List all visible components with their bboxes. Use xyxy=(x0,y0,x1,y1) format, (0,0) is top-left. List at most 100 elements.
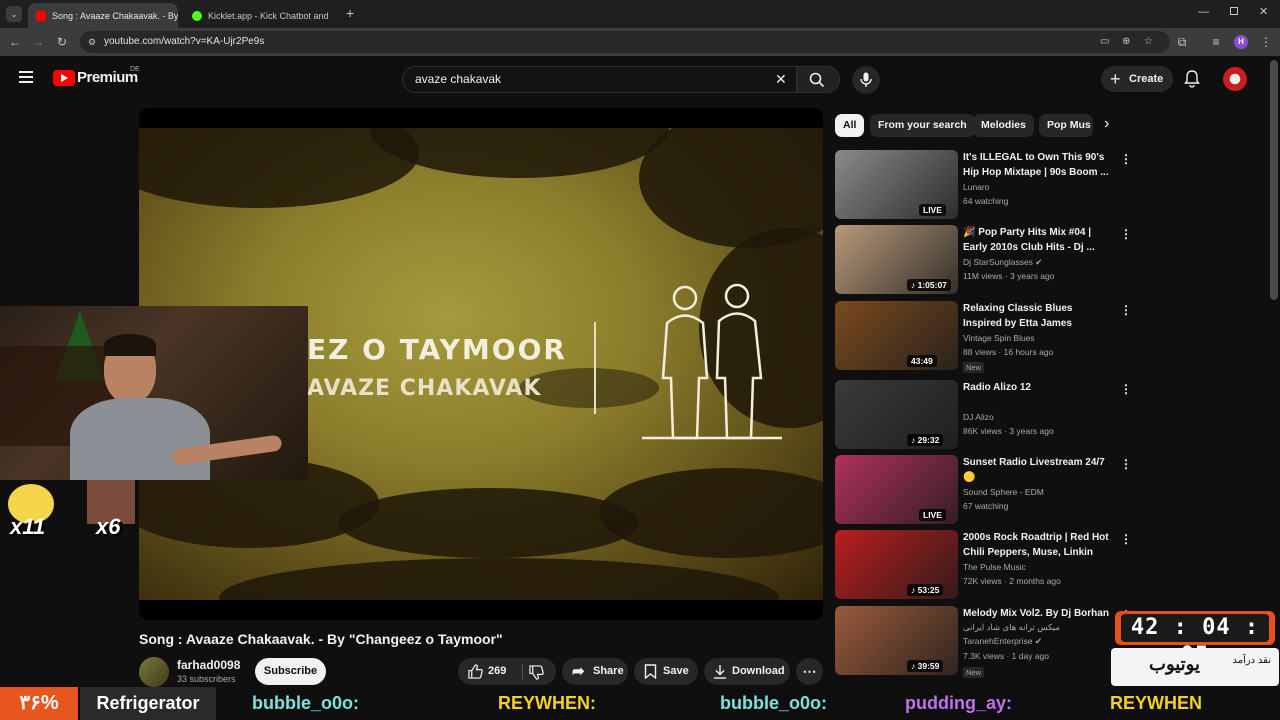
recommendation-item[interactable]: LIVE Sunset Radio Livestream 24/7 🟡 Sound … xyxy=(835,455,1135,525)
download-button[interactable]: Download xyxy=(704,658,790,685)
more-options-icon[interactable]: ⋮ xyxy=(1120,303,1132,317)
chip-all[interactable]: All xyxy=(835,114,865,137)
thumbs-up-icon xyxy=(468,664,483,679)
recommendation-meta: 11M views · 3 years ago xyxy=(963,271,1055,281)
tab-kicklet[interactable]: Kicklet.app - Kick Chatbot and ✕ xyxy=(184,3,334,28)
ticker-username: bubble_o0o: xyxy=(252,693,359,713)
search-button[interactable] xyxy=(796,66,840,93)
zoom-icon[interactable]: ⊕ xyxy=(1122,31,1130,53)
recommendation-channel[interactable]: Lunaro xyxy=(963,182,989,192)
recommendation-item[interactable]: LIVE It's ILLEGAL to Own This 90's Hip Ho… xyxy=(835,150,1135,220)
cast-icon[interactable]: ▭ xyxy=(1100,31,1109,53)
media-controls-icon[interactable]: ≡ xyxy=(1208,34,1224,50)
save-playlist-icon xyxy=(644,664,657,679)
recommendation-title[interactable]: It's ILLEGAL to Own This 90's Hip Hop Mi… xyxy=(963,151,1111,180)
income-value: یوتیوب xyxy=(1149,654,1200,674)
browser-toolbar: ← → ↻ ⚙ youtube.com/watch?v=KA-Ujr2Pe9s … xyxy=(0,28,1280,56)
address-bar[interactable]: ⚙ youtube.com/watch?v=KA-Ujr2Pe9s ▭ ⊕ ☆ xyxy=(80,31,1170,53)
recommendation-item[interactable]: ♪ 53:25 2000s Rock Roadtrip | Red Hot Chi… xyxy=(835,530,1135,600)
recommendation-channel[interactable]: DJ Alizo xyxy=(963,412,994,422)
emote-1-count: x11 xyxy=(10,514,46,539)
share-button[interactable]: ➦ Share xyxy=(562,658,628,685)
chip-pop-music[interactable]: Pop Mus xyxy=(1039,114,1093,137)
recommendation-title[interactable]: Relaxing Classic Blues Inspired by Etta … xyxy=(963,302,1111,331)
live-badge: LIVE xyxy=(919,204,946,216)
chip-melodies[interactable]: Melodies xyxy=(973,114,1034,137)
create-label: Create xyxy=(1129,73,1164,85)
save-button[interactable]: Save xyxy=(634,658,698,685)
thumbs-down-icon[interactable] xyxy=(529,665,544,680)
share-arrow-icon: ➦ xyxy=(572,663,585,680)
tab-youtube[interactable]: Song : Avaaze Chakaavak. - By ✕ xyxy=(28,3,178,28)
voice-search-button[interactable] xyxy=(852,66,880,94)
more-actions-button[interactable]: ⋯ xyxy=(796,658,823,685)
reload-icon[interactable]: ↻ xyxy=(54,34,70,50)
recommendation-title[interactable]: Sunset Radio Livestream 24/7 🟡 xyxy=(963,456,1111,485)
recommendation-channel[interactable]: The Pulse Music xyxy=(963,562,1026,572)
restore-icon[interactable] xyxy=(1230,7,1238,15)
tab-title: Kicklet.app - Kick Chatbot and xyxy=(208,10,329,21)
channel-name[interactable]: farhad0098 xyxy=(177,658,240,672)
account-avatar[interactable] xyxy=(1223,67,1247,91)
chips-next-chevron-icon[interactable]: › xyxy=(1104,115,1109,133)
recommendation-subtitle: میکس ترانه های شاد ایرانی xyxy=(963,622,1060,632)
recommendation-title[interactable]: Melody Mix Vol2. By Dj Borhan xyxy=(963,607,1111,622)
like-button[interactable]: 269 xyxy=(468,658,520,685)
more-options-icon[interactable]: ⋮ xyxy=(1120,532,1132,546)
subscriber-count: 33 subscribers xyxy=(177,674,236,684)
income-widget: یوتیوب نقد درآمد xyxy=(1111,648,1279,686)
recommendation-item[interactable]: 43:49 Relaxing Classic Blues Inspired by … xyxy=(835,301,1135,373)
search-input[interactable]: avaze chakavak ✕ xyxy=(402,66,798,93)
recommendation-item[interactable]: ♪ 29:32 Radio Alizo 12 DJ Alizo 86K views ·… xyxy=(835,380,1135,450)
forward-icon[interactable]: → xyxy=(30,34,46,50)
new-tab-button[interactable]: + xyxy=(346,5,354,21)
more-options-icon[interactable]: ⋮ xyxy=(1120,382,1132,396)
recommendation-channel[interactable]: Sound Sphere - EDM xyxy=(963,487,1044,497)
ticker-percent: ۳۶% xyxy=(0,687,78,720)
live-badge: LIVE xyxy=(919,509,946,521)
recommendation-meta: 67 watching xyxy=(963,501,1009,511)
streamer-webcam xyxy=(0,306,308,480)
chip-from-your-search[interactable]: From your search xyxy=(870,114,975,137)
close-window-icon[interactable]: ✕ xyxy=(1259,5,1268,18)
recommendation-channel[interactable]: Vintage Spin Blues xyxy=(963,333,1035,343)
extensions-icon[interactable]: ⧉ xyxy=(1174,34,1190,50)
tab-search-button[interactable]: ⌄ xyxy=(6,6,22,22)
site-info-icon[interactable]: ⚙ xyxy=(88,31,96,53)
recommendation-channel[interactable]: Dj StarSunglasses ✔ xyxy=(963,257,1042,268)
search-icon xyxy=(809,72,825,88)
recommendation-title[interactable]: 🎉 Pop Party Hits Mix #04 | Early 2010s C… xyxy=(963,226,1111,255)
timer-value: 42 : 04 : 05 xyxy=(1121,614,1269,668)
recommendation-title[interactable]: Radio Alizo 12 xyxy=(963,381,1111,396)
streamer-shirt xyxy=(70,398,210,480)
new-badge: New xyxy=(963,667,985,678)
channel-avatar[interactable] xyxy=(139,657,169,687)
recommendation-title[interactable]: 2000s Rock Roadtrip | Red Hot Chili Pepp… xyxy=(963,531,1111,560)
plus-icon: + xyxy=(1110,69,1121,89)
save-label: Save xyxy=(663,665,689,677)
more-options-icon[interactable]: ⋮ xyxy=(1120,152,1132,166)
video-overlay-title: EZ O TAYMOOR xyxy=(307,333,567,366)
video-title: Song : Avaaze Chakaavak. - By "Changeez … xyxy=(139,631,503,647)
recommendation-item[interactable]: ♪ 1:05:07 🎉 Pop Party Hits Mix #04 | Earl… xyxy=(835,225,1135,295)
notifications-bell-icon[interactable] xyxy=(1184,70,1200,88)
subscribe-button[interactable]: Subscribe xyxy=(255,658,326,685)
video-thumbnail[interactable] xyxy=(835,301,958,370)
recommendation-meta: 88 views · 16 hours ago xyxy=(963,347,1054,357)
browser-menu-icon[interactable]: ⋮ xyxy=(1258,34,1274,50)
more-options-icon[interactable]: ⋮ xyxy=(1120,227,1132,241)
page-scrollbar[interactable] xyxy=(1270,60,1278,300)
youtube-favicon-icon xyxy=(36,10,46,21)
recommendation-item[interactable]: ♪ 39:59 Melody Mix Vol2. By Dj Borhan میکس… xyxy=(835,606,1135,678)
region-label: DE xyxy=(130,66,140,73)
bookmark-star-icon[interactable]: ☆ xyxy=(1144,31,1153,53)
recommendation-channel[interactable]: TaranehEnterprise ✔ xyxy=(963,636,1042,647)
minimize-icon[interactable]: — xyxy=(1198,6,1209,18)
back-icon[interactable]: ← xyxy=(7,34,23,50)
profile-avatar[interactable]: H xyxy=(1234,35,1248,49)
more-options-icon[interactable]: ⋮ xyxy=(1120,457,1132,471)
create-button[interactable]: + Create xyxy=(1101,66,1173,92)
close-tab-icon[interactable]: ✕ xyxy=(329,10,334,21)
clear-search-icon[interactable]: ✕ xyxy=(775,67,787,92)
hamburger-menu-icon[interactable] xyxy=(19,71,33,83)
